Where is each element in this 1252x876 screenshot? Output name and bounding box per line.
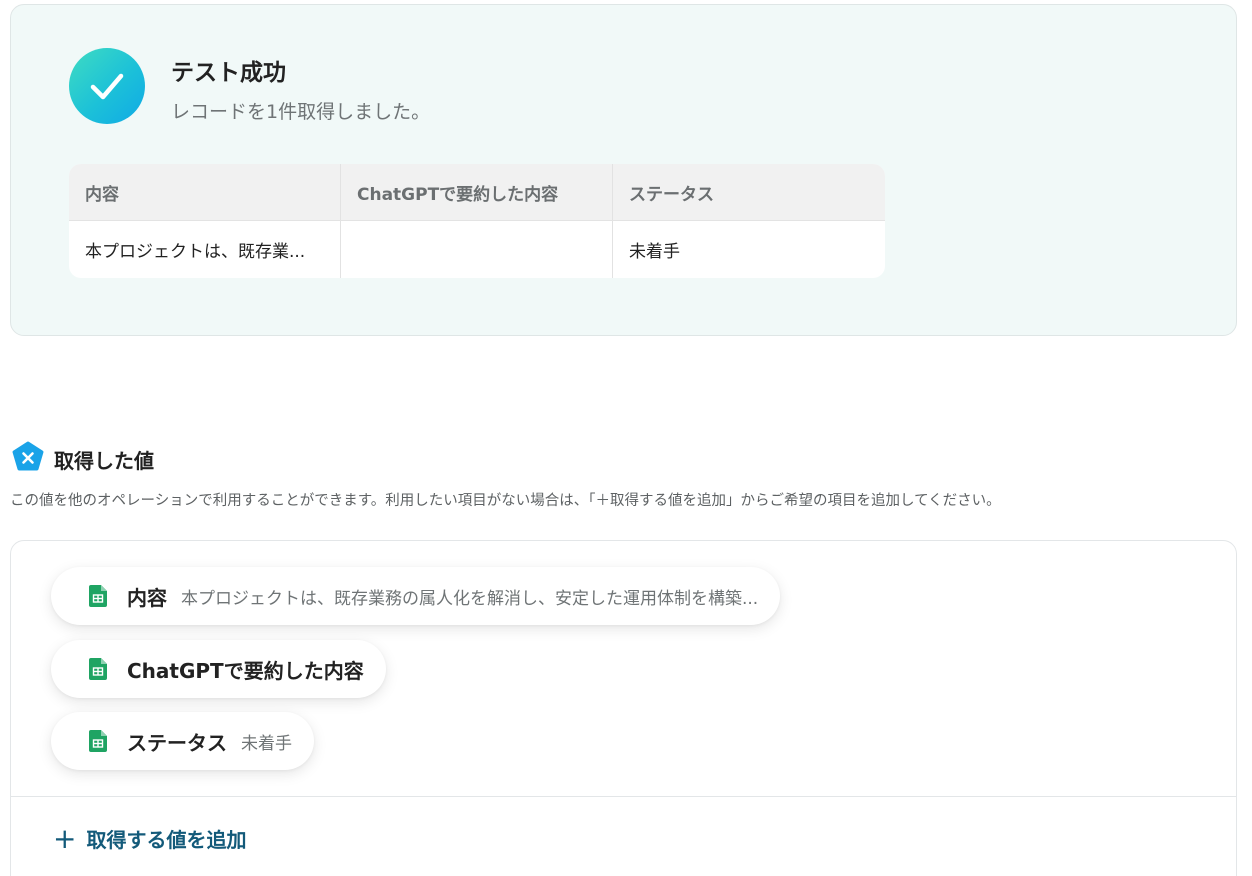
table-header-cell: 内容 [69,164,341,220]
chip-value: 未着手 [241,733,292,754]
table-cell: 未着手 [629,242,680,262]
table-row: 本プロジェクトは、既存業... 未着手 [69,221,885,278]
values-panel: 内容 本プロジェクトは、既存業務の属人化を解消し、安定した運用体制を構築... … [10,540,1237,876]
table-header-row: 内容 ChatGPTで要約した内容 ステータス [69,164,885,221]
success-title: テスト成功 [171,60,286,86]
add-value-button[interactable]: + 取得する値を追加 [53,824,246,853]
value-chip-content[interactable]: 内容 本プロジェクトは、既存業務の属人化を解消し、安定した運用体制を構築... [51,567,781,625]
result-table: 内容 ChatGPTで要約した内容 ステータス 本プロジェクトは、既存業... … [69,164,885,278]
divider [11,796,1236,797]
chip-label: ChatGPTで要約した内容 [127,658,364,683]
success-subtitle: レコードを1件取得しました。 [171,101,431,123]
table-header-cell: ステータス [629,184,714,205]
section-title: 取得した値 [54,449,154,473]
value-chip-status[interactable]: ステータス 未着手 [51,712,314,770]
table-cell: 本プロジェクトは、既存業... [69,221,341,278]
value-chip-chatgpt-summary[interactable]: ChatGPTで要約した内容 [51,640,386,698]
plus-icon: + [53,821,77,855]
yoom-pentagon-icon [11,441,45,473]
google-sheets-icon [89,585,107,607]
test-result-panel: テスト成功 レコードを1件取得しました。 内容 ChatGPTで要約した内容 ス… [10,4,1237,336]
chip-label: 内容 [127,585,167,610]
add-value-label: 取得する値を追加 [86,828,247,852]
chip-label: ステータス [127,730,227,755]
google-sheets-icon [89,658,107,680]
section-description: この値を他のオペレーションで利用することができます。利用したい項目がない場合は、… [10,493,1001,509]
check-circle-icon [69,48,145,124]
chip-value: 本プロジェクトは、既存業務の属人化を解消し、安定した運用体制を構築... [181,588,759,609]
google-sheets-icon [89,730,107,752]
table-header-cell: ChatGPTで要約した内容 [341,164,613,220]
table-cell [341,221,613,278]
